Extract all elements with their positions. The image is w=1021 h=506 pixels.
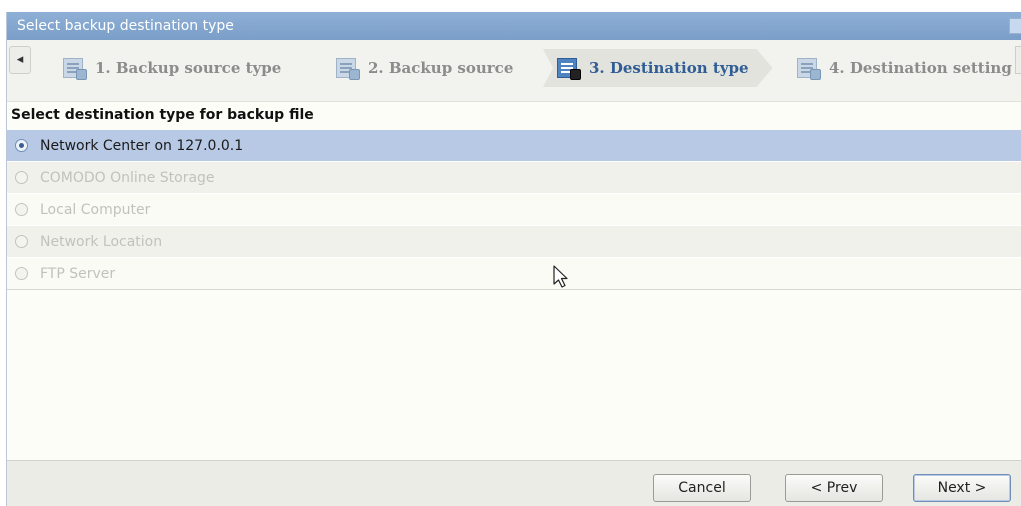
cancel-button[interactable]: Cancel [653, 474, 751, 502]
scroll-left-button[interactable]: ◂ [9, 46, 31, 74]
option-label: Network Location [40, 233, 163, 250]
window-title-bar: Select backup destination type [7, 12, 1021, 40]
section-title: Select destination type for backup file [11, 107, 314, 123]
option-label: FTP Server [40, 265, 116, 282]
option-label: Local Computer [40, 201, 151, 218]
radio-selected-dot [19, 143, 24, 148]
radio-button[interactable] [15, 139, 28, 152]
option-network-location: Network Location [7, 226, 1021, 258]
wizard-step-destination-setting[interactable]: 4. Destination setting [795, 49, 1012, 87]
wizard-steps-bar: ◂ 1. Backup source type 2. Backup source… [7, 40, 1021, 102]
option-label: COMODO Online Storage [40, 169, 215, 186]
close-icon[interactable] [1009, 18, 1021, 34]
mouse-pointer-icon [553, 265, 568, 288]
option-local-computer: Local Computer [7, 194, 1021, 226]
prev-button[interactable]: < Prev [785, 474, 883, 502]
option-comodo-online-storage: COMODO Online Storage [7, 162, 1021, 194]
wizard-step-backup-source-type[interactable]: 1. Backup source type [61, 49, 281, 87]
scroll-right-button[interactable] [1015, 46, 1021, 74]
radio-button [15, 267, 28, 280]
chevron-left-icon: ◂ [16, 52, 24, 67]
destination-setting-icon [795, 56, 821, 80]
wizard-step-backup-source[interactable]: 2. Backup source [334, 49, 513, 87]
wizard-step-label: 2. Backup source [368, 59, 514, 77]
radio-button [15, 235, 28, 248]
radio-button [15, 171, 28, 184]
wizard-step-label: 3. Destination type [589, 59, 749, 77]
option-network-center[interactable]: Network Center on 127.0.0.1 [7, 130, 1021, 162]
option-ftp-server: FTP Server [7, 258, 1021, 290]
destination-type-list: Network Center on 127.0.0.1 COMODO Onlin… [7, 130, 1021, 290]
wizard-step-destination-type[interactable]: 3. Destination type [543, 49, 773, 87]
wizard-step-label: 4. Destination setting [829, 59, 1012, 77]
option-label: Network Center on 127.0.0.1 [40, 137, 244, 154]
wizard-step-label: 1. Backup source type [95, 59, 282, 77]
radio-button [15, 203, 28, 216]
window-title: Select backup destination type [17, 18, 234, 34]
backup-source-icon [334, 56, 360, 80]
destination-type-icon [555, 56, 581, 80]
backup-wizard-window: Select backup destination type ◂ 1. Back… [6, 12, 1021, 506]
backup-source-type-icon [61, 56, 87, 80]
next-button[interactable]: Next > [913, 474, 1011, 502]
wizard-footer: Cancel < Prev Next > [7, 460, 1021, 506]
